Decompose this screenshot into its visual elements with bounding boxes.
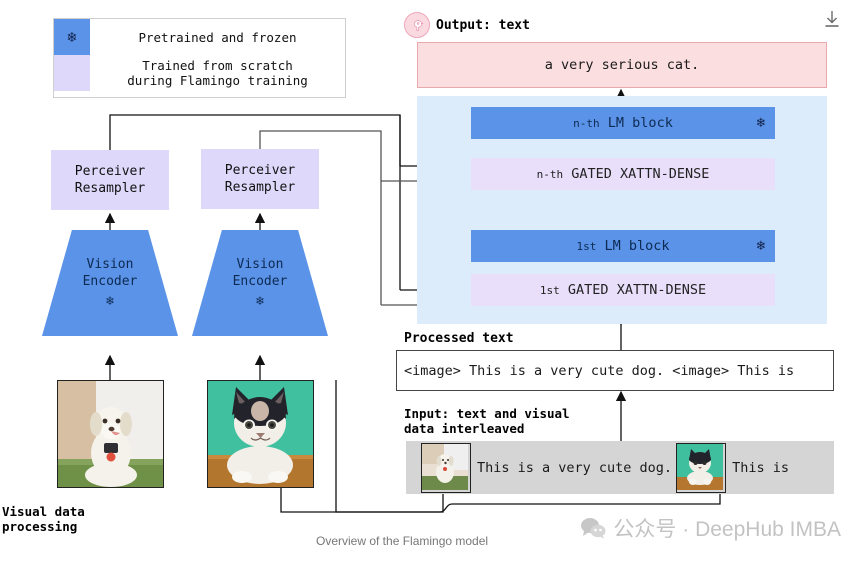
snowflake-icon: ❄ — [256, 294, 264, 309]
processed-text-box: <image> This is a very cute dog. <image>… — [396, 350, 834, 391]
legend-swatch-trained — [54, 55, 90, 91]
watermark: 公众号 · DeepHub IMBA — [580, 513, 841, 543]
gated-xattn-dense-nth[interactable]: n-th GATED XATTN-DENSE — [471, 158, 775, 190]
visual-processing-line1: Visual data — [2, 504, 85, 519]
input-text-1: This is a very cute dog. — [477, 459, 673, 476]
lm-block-nth-prefix: n-th — [573, 117, 600, 130]
lm-block-1st-prefix: 1st — [576, 240, 597, 253]
perceiver-right-line2: Resampler — [224, 180, 296, 195]
figure-caption: Overview of the Flamingo model — [316, 534, 489, 548]
legend-label-trained: Trained from scratch during Flamingo tra… — [90, 58, 345, 88]
input-strip: This is a very cute dog. This is — [406, 441, 834, 494]
legend-label-trained-line1: Trained from scratch — [142, 58, 293, 73]
vision-encoder-left-line1: Vision — [86, 257, 134, 272]
snowflake-icon: ❄ — [106, 294, 114, 309]
processed-text-value: <image> This is a very cute dog. <image>… — [404, 362, 795, 379]
snowflake-icon: ❄ — [756, 115, 765, 131]
wechat-icon — [581, 518, 606, 539]
lm-block-1st[interactable]: 1st LM block ❄ — [471, 230, 775, 262]
lm-block-nth-label: LM block — [607, 115, 673, 131]
xattn-1st-label: GATED XATTN-DENSE — [567, 282, 707, 298]
input-label: Input: text and visual data interleaved — [404, 406, 570, 436]
xattn-nth-label: GATED XATTN-DENSE — [571, 166, 710, 182]
diagram-canvas: ❄ Pretrained and frozen Trained from scr… — [0, 0, 859, 564]
legend-label-trained-line2: during Flamingo training — [127, 73, 308, 88]
perceiver-resampler-left[interactable]: Perceiver Resampler — [51, 150, 169, 210]
visual-processing-line2: processing — [2, 519, 78, 534]
input-label-line2: data interleaved — [404, 421, 525, 436]
download-icon[interactable] — [821, 8, 843, 30]
xattn-1st-prefix: 1st — [539, 284, 560, 297]
input-label-line1: Input: text and visual — [404, 406, 570, 421]
gated-xattn-dense-1st[interactable]: 1st GATED XATTN-DENSE — [471, 274, 775, 306]
output-header: Output: text — [404, 12, 530, 38]
dog-photo — [57, 380, 164, 488]
flamingo-logo-icon — [404, 12, 430, 38]
visual-processing-label: Visual data processing — [2, 504, 85, 534]
cat-thumbnail — [676, 442, 727, 493]
perceiver-resampler-right[interactable]: Perceiver Resampler — [201, 149, 319, 209]
output-label: Output: text — [436, 17, 530, 33]
legend-row-frozen: ❄ Pretrained and frozen — [54, 19, 345, 55]
snowflake-icon: ❄ — [67, 28, 77, 46]
vision-encoder-left-line2: Encoder — [82, 274, 138, 289]
perceiver-left-line2: Resampler — [74, 181, 146, 196]
perceiver-left-line1: Perceiver — [74, 164, 146, 179]
snowflake-icon: ❄ — [756, 238, 765, 254]
legend-label-frozen: Pretrained and frozen — [138, 29, 297, 45]
output-text: a very serious cat. — [544, 57, 700, 73]
vision-encoder-left[interactable]: Vision Encoder ❄ — [42, 230, 178, 336]
legend-swatch-frozen: ❄ — [54, 19, 90, 55]
vision-encoder-right-line1: Vision — [236, 257, 284, 272]
input-text-2: This is — [732, 459, 789, 476]
vision-encoder-right[interactable]: Vision Encoder ❄ — [192, 230, 328, 336]
vision-encoder-right-line2: Encoder — [232, 274, 288, 289]
output-text-box: a very serious cat. — [417, 42, 827, 88]
legend-box: ❄ Pretrained and frozen Trained from scr… — [53, 18, 346, 98]
cat-photo — [207, 380, 314, 488]
perceiver-right-line1: Perceiver — [224, 163, 296, 178]
lm-block-nth[interactable]: n-th LM block ❄ — [471, 107, 775, 139]
watermark-text: 公众号 · DeepHub IMBA — [613, 518, 841, 541]
lm-block-1st-label: LM block — [604, 238, 670, 254]
language-model-panel: n-th LM block ❄ n-th GATED XATTN-DENSE 1… — [417, 96, 827, 324]
dog-thumbnail — [421, 442, 471, 493]
xattn-nth-prefix: n-th — [536, 168, 564, 181]
processed-text-label: Processed text — [404, 331, 514, 346]
legend-row-trained: Trained from scratch during Flamingo tra… — [54, 55, 345, 91]
